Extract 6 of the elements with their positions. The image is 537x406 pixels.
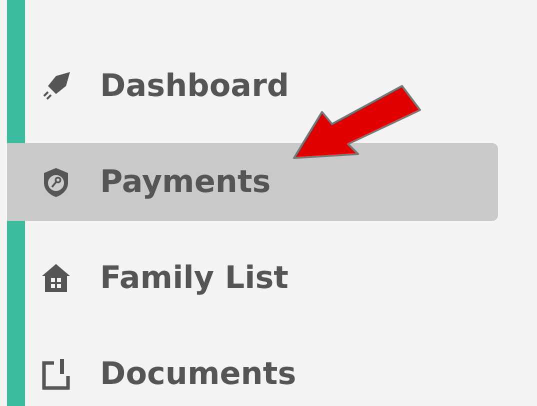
house-icon <box>40 262 72 294</box>
sidebar-item[interactable]: Family List <box>7 239 498 317</box>
sidebar-item[interactable]: Payments <box>7 143 498 221</box>
sidebar-item[interactable]: Documents <box>7 335 498 406</box>
sidebar-item[interactable]: Dashboard <box>7 47 498 125</box>
document-icon <box>40 358 72 390</box>
